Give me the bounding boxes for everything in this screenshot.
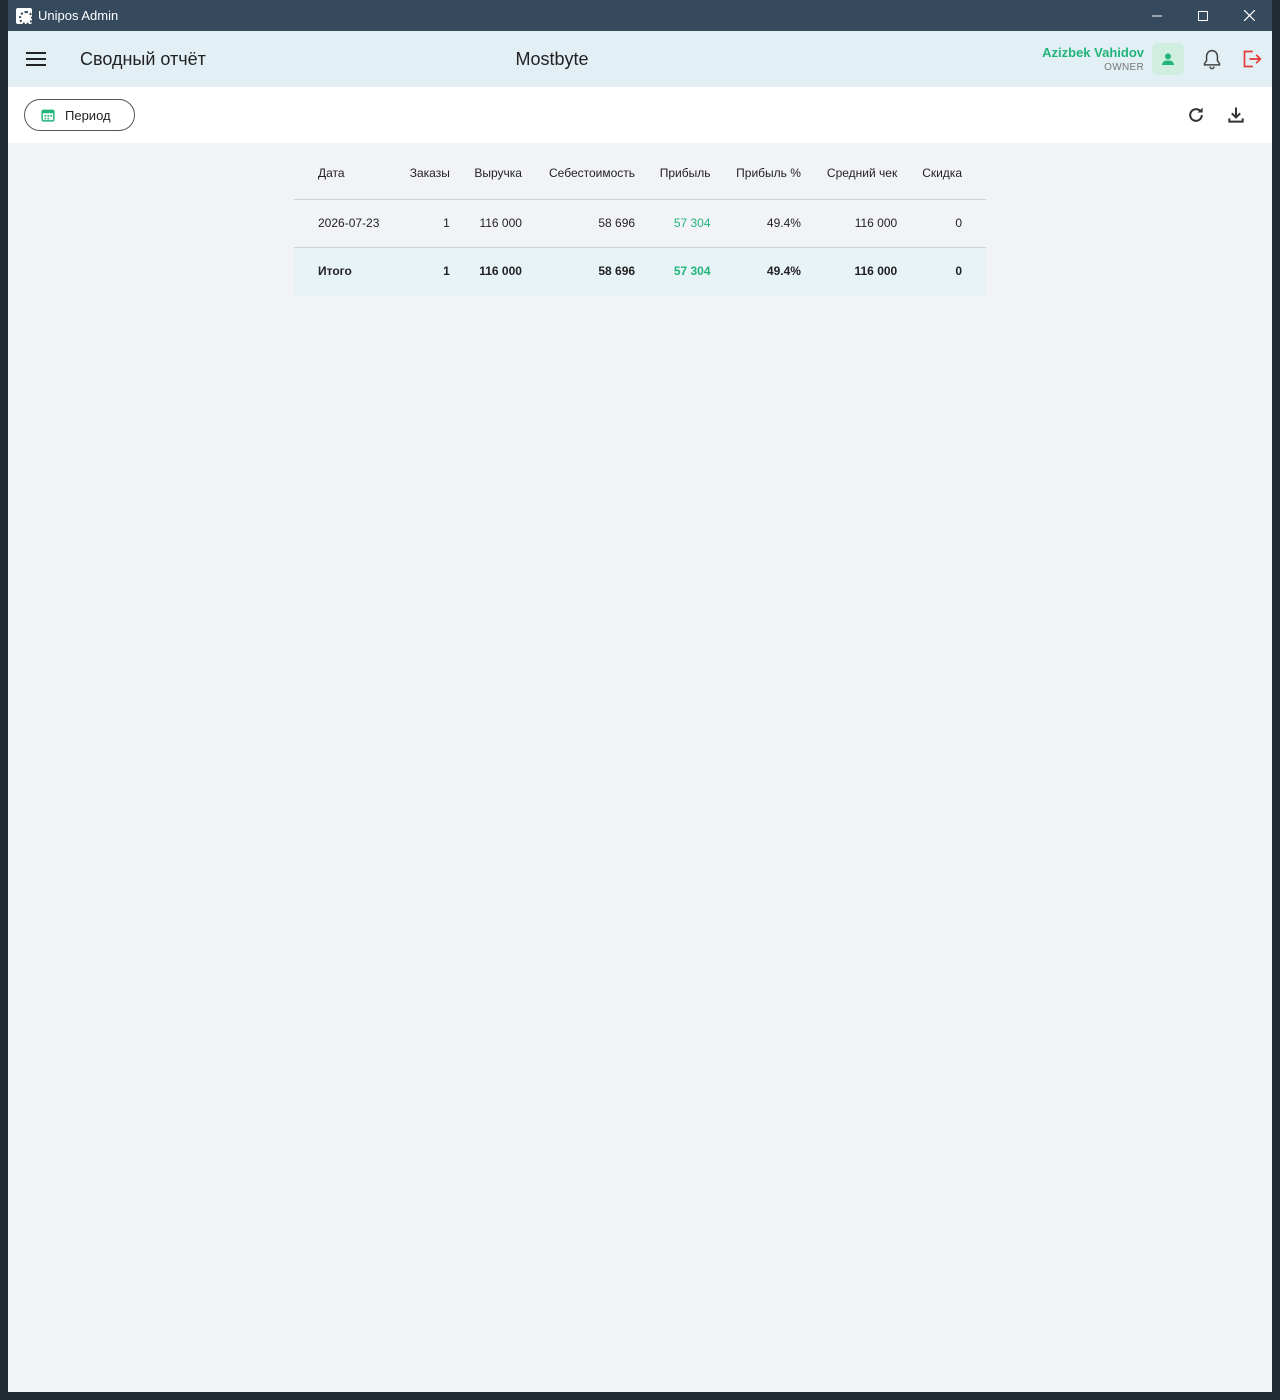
person-icon — [1162, 53, 1174, 65]
download-button[interactable] — [1216, 95, 1256, 135]
maximize-button[interactable] — [1180, 0, 1226, 31]
cell-date: 2026-07-23 — [294, 199, 396, 248]
minimize-icon — [1152, 15, 1162, 16]
total-profit-percent: 49.4% — [720, 247, 811, 295]
table-total-row: Итого 1 116 000 58 696 57 304 49.4% 116 … — [294, 247, 986, 295]
column-header-discount[interactable]: Скидка — [907, 147, 986, 200]
total-label: Итого — [294, 247, 396, 295]
notifications-button[interactable] — [1192, 39, 1232, 79]
avatar[interactable] — [1152, 43, 1184, 75]
close-icon — [1243, 10, 1255, 21]
cell-profit-percent: 49.4% — [720, 199, 811, 248]
menu-button[interactable] — [8, 31, 64, 87]
close-window-button[interactable] — [1226, 0, 1272, 31]
cell-discount: 0 — [907, 199, 986, 248]
logout-button[interactable] — [1232, 39, 1272, 79]
table-header-row: Дата Заказы Выручка Себестоимость Прибыл… — [294, 147, 986, 200]
user-role: OWNER — [1104, 62, 1144, 73]
cell-average-check: 116 000 — [810, 199, 908, 248]
total-profit: 57 304 — [645, 247, 721, 295]
cell-revenue: 116 000 — [459, 199, 532, 248]
app-window: Unipos Admin Сводный отчёт Mostbyte Aziz… — [8, 0, 1272, 1392]
app-header: Сводный отчёт Mostbyte Azizbek Vahidov O… — [8, 31, 1272, 87]
window-titlebar: Unipos Admin — [8, 0, 1272, 31]
period-label: Период — [65, 107, 111, 123]
bell-icon — [1203, 49, 1221, 70]
table-row: 2026-07-23 1 116 000 58 696 57 304 49.4%… — [294, 199, 986, 248]
window-title: Unipos Admin — [38, 8, 119, 23]
toolbar: Период — [8, 87, 1272, 143]
calendar-icon — [41, 109, 55, 122]
maximize-icon — [1198, 10, 1208, 21]
column-header-date[interactable]: Дата — [294, 147, 396, 200]
total-discount: 0 — [907, 247, 986, 295]
hamburger-icon — [26, 52, 46, 66]
column-header-profit-percent[interactable]: Прибыль % — [720, 147, 811, 200]
refresh-button[interactable] — [1176, 95, 1216, 135]
period-button[interactable]: Период — [24, 99, 135, 131]
column-header-profit[interactable]: Прибыль — [645, 147, 721, 200]
summary-report-table: Дата Заказы Выручка Себестоимость Прибыл… — [294, 147, 986, 295]
app-logo-icon — [16, 7, 33, 25]
page-title: Сводный отчёт — [80, 48, 206, 69]
user-name: Azizbek Vahidov — [1042, 45, 1144, 60]
column-header-cost[interactable]: Себестоимость — [531, 147, 646, 200]
column-header-revenue[interactable]: Выручка — [459, 147, 532, 200]
total-average-check: 116 000 — [810, 247, 908, 295]
cell-profit: 57 304 — [645, 199, 721, 248]
cell-cost: 58 696 — [531, 199, 646, 248]
total-revenue: 116 000 — [459, 247, 532, 295]
logout-icon — [1243, 50, 1262, 68]
refresh-icon — [1189, 107, 1203, 122]
minimize-button[interactable] — [1134, 0, 1180, 31]
column-header-orders[interactable]: Заказы — [395, 147, 460, 200]
total-cost: 58 696 — [531, 247, 646, 295]
cell-orders: 1 — [395, 199, 460, 248]
column-header-average-check[interactable]: Средний чек — [810, 147, 908, 200]
download-icon — [1228, 107, 1244, 123]
total-orders: 1 — [395, 247, 460, 295]
